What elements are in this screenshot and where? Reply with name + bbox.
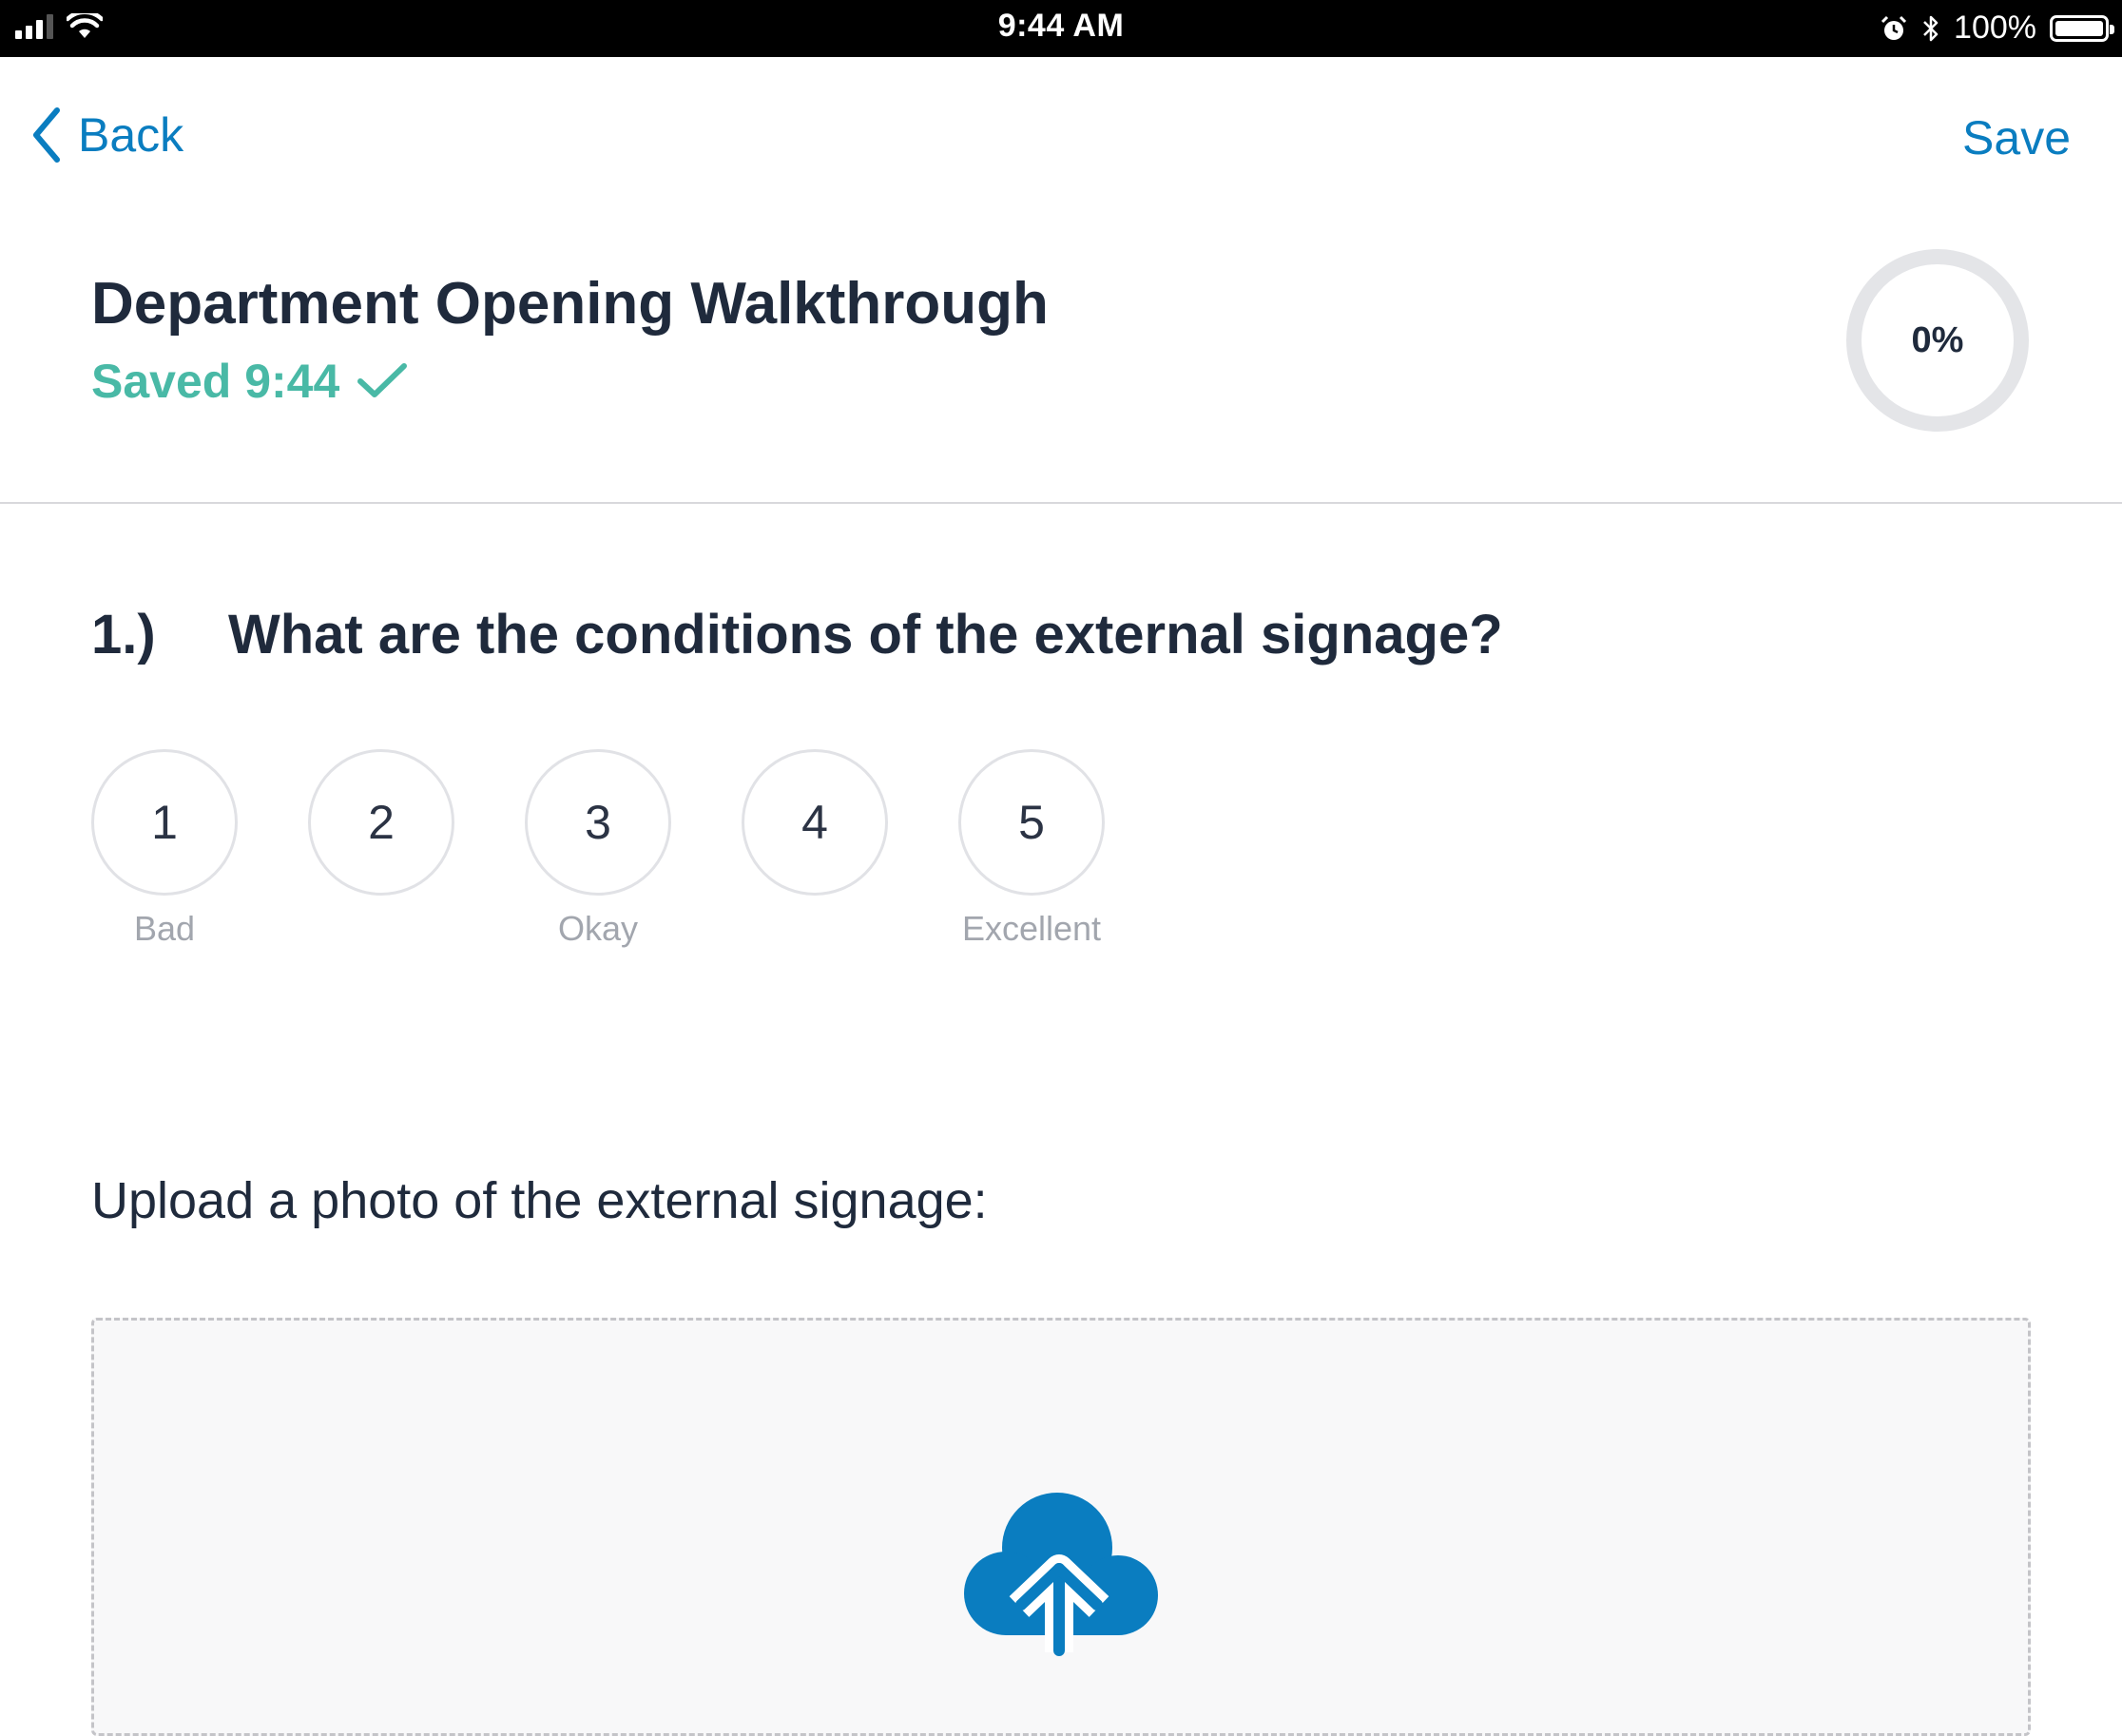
rating-option-1[interactable]: 1: [91, 749, 238, 896]
battery-icon: [2050, 14, 2114, 42]
bluetooth-icon: [1923, 15, 1939, 41]
cloud-upload-icon[interactable]: [964, 1489, 1158, 1658]
battery-fill: [2055, 20, 2103, 36]
chevron-left-icon: [33, 107, 60, 163]
status-right: 100%: [1880, 10, 2114, 47]
header-divider: [0, 502, 2122, 504]
back-label: Back: [78, 108, 184, 162]
progress-ring: 0%: [1844, 247, 2031, 434]
save-button[interactable]: Save: [1962, 110, 2071, 165]
alarm-icon: [1881, 15, 1907, 40]
question-number: 1.): [91, 604, 156, 665]
progress-label: 0%: [1911, 319, 1964, 360]
rating-option-4[interactable]: 4: [742, 749, 888, 896]
status-bar: 9:44 AM 100%: [0, 0, 2122, 57]
status-time: 9:44 AM: [997, 8, 1125, 44]
rating-caption-bad: Bad: [133, 909, 196, 948]
page-title: Department Opening Walkthrough: [91, 271, 1049, 337]
battery-percent: 100%: [1954, 10, 2036, 46]
rating-caption-excellent: Excellent: [961, 909, 1102, 948]
checkmark-icon: [357, 363, 408, 397]
rating-option-2[interactable]: 2: [308, 749, 454, 896]
rating-option-3[interactable]: 3: [525, 749, 671, 896]
rating-option-5[interactable]: 5: [958, 749, 1105, 896]
saved-status: Saved 9:44: [91, 354, 408, 409]
back-button[interactable]: Back: [30, 106, 183, 164]
saved-text: Saved 9:44: [91, 355, 340, 408]
upload-label: Upload a photo of the external signage:: [91, 1172, 988, 1229]
question-text: What are the conditions of the external …: [228, 604, 1503, 665]
rating-caption-okay: Okay: [557, 909, 639, 948]
